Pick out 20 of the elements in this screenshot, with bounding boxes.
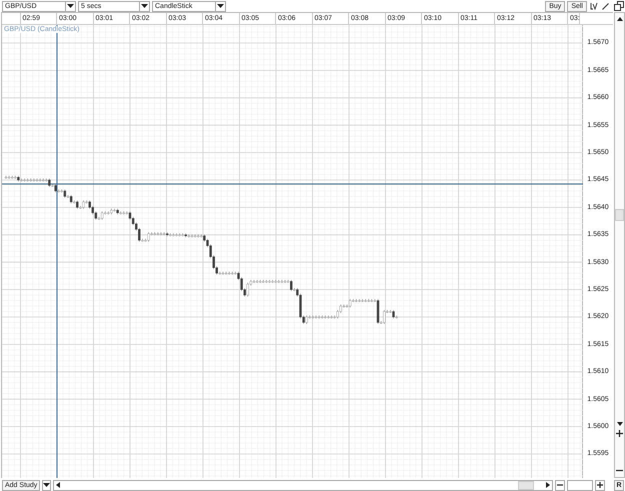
caret-icon bbox=[67, 4, 74, 8]
scroll-right-icon[interactable] bbox=[546, 482, 550, 488]
scroll-left-icon[interactable] bbox=[56, 482, 60, 488]
zoom-out-button[interactable] bbox=[555, 480, 566, 490]
plus-icon bbox=[597, 482, 604, 488]
popout-icon[interactable] bbox=[614, 1, 624, 11]
scroll-thumb[interactable] bbox=[615, 209, 624, 221]
minus-icon bbox=[557, 482, 564, 488]
scroll-up-icon[interactable] bbox=[616, 17, 622, 21]
scroll-thumb[interactable] bbox=[518, 480, 534, 490]
caret-icon bbox=[217, 4, 224, 8]
caret-icon bbox=[43, 483, 50, 487]
zoom-out-icon[interactable] bbox=[616, 467, 623, 474]
add-study-menu-button[interactable] bbox=[42, 480, 52, 490]
scroll-down-icon[interactable] bbox=[616, 422, 622, 426]
zoom-in-button[interactable] bbox=[595, 480, 606, 490]
line-tool-icon[interactable] bbox=[601, 2, 610, 10]
zoom-in-icon[interactable] bbox=[616, 430, 623, 437]
draw-tool-icon[interactable] bbox=[590, 2, 599, 10]
caret-icon bbox=[141, 4, 148, 8]
